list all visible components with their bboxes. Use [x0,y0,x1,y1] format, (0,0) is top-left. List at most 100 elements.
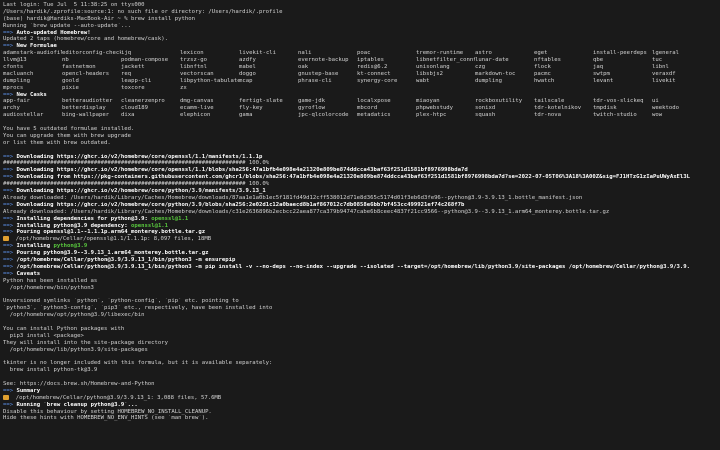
cask-item: bing-wallpaper [62,112,110,119]
formula-item: wabt [416,77,430,84]
cask-item: game-jdk [298,98,325,105]
formula-item: lunar-date [475,57,509,64]
formula-item: dumpling [475,77,502,84]
formula-item: libsbjs2 [416,70,443,77]
formula-item: tremor-runtime [416,50,464,57]
cask-item: elephicon [180,112,211,119]
cask-item: gyroflow [298,105,325,112]
arrow-icon: ==> [3,387,17,394]
ensurepip-line: ==> /opt/homebrew/Cellar/python@3.9/3.9.… [3,256,236,263]
auto-updated-line: ==> Auto-updated Homebrew! [3,29,91,36]
download-text: Downloading https://ghcr.io/v2/homebrew/… [16,153,263,160]
formula-item: synergy-core [357,77,398,84]
caveat-line: They will install into the site-package … [3,339,169,346]
formula-item: kt-connect [357,70,391,77]
cask-item: tdr-nova [534,112,561,119]
prompt-line: (base) hardik@Hardiks-MacBook-Air ~ % br… [3,15,195,22]
cask-item: dmg-canvas [180,98,214,105]
formula-item: poac [357,50,371,57]
download-text: Already downloaded: /Users/hardik/Librar… [3,208,610,215]
cask-item: tailscale [534,98,565,105]
caveat-line: You can install Python packages with [3,325,125,332]
download-text: Already downloaded: /Users/hardik/Librar… [3,194,583,201]
arrow-icon: ==> [3,201,17,208]
cask-item: cleanerzenpro [121,98,165,105]
formula-item: levant [593,77,614,84]
new-formulae-list: adamstark-audiofileeditorconfig-checkeri… [3,50,717,91]
terminal-line: /Users/hardik/.zprofile:source:1: no suc… [3,8,283,15]
formula-item: mcap [239,77,253,84]
formula-item: oak [298,64,309,71]
download-text: ########################################… [3,181,270,188]
download-line: ==> Downloading https://ghcr.io/v2/homeb… [3,202,717,209]
formula-item: swtpm [593,70,610,77]
arrow-icon: ==> [3,91,17,98]
pouring-line: ==> Pouring python@3.9--3.9.13_1.arm64_m… [3,250,209,257]
formula-item: macluanch [3,70,34,77]
cask-item: wow [652,112,663,119]
cask-item: mbcord [357,105,378,112]
download-text: Downloading https://ghcr.io/v2/homebrew/… [16,201,465,208]
cask-item: miaoyan [416,98,440,105]
formula-item: libnetfilter_conntrack [416,57,475,64]
formula-item: astro [475,50,492,57]
download-line: ==> Downloading https://ghcr.io/v2/homeb… [3,188,717,195]
cask-item: audiostellar [3,112,44,119]
formula-item: eget [534,50,548,57]
caveat-line [3,319,717,326]
cask-item: squash [475,112,496,119]
caveat-line: `python3`, `python3-config`, `pip3` etc.… [3,305,273,312]
formula-item: dumpling [3,77,30,84]
terminal-line: You have 5 outdated formulae installed. [3,126,135,133]
install-deps-line: ==> Installing dependencies for python@3… [3,215,189,222]
download-line: ########################################… [3,160,717,167]
arrow-icon: ==> [3,229,17,236]
cask-item: betterdisplay [62,105,106,112]
cask-item: localxpose [357,98,391,105]
formula-item: opencl-headers [62,70,110,77]
formula-item: czg [475,64,486,71]
caveat-line: /opt/homebrew/opt/python@3.9/libexec/bin [3,312,145,319]
download-text: Downloading https://ghcr.io/v2/homebrew/… [16,188,266,195]
caveat-line: See: https://docs.brew.sh/Homebrew-and-P… [3,380,155,387]
formula-item: mabel [239,64,256,71]
formula-item: trzsz-go [180,57,207,64]
formula-item: pixie [62,84,79,91]
terminal-line: or list them with brew outdated. [3,139,111,146]
download-log: ==> Downloading https://ghcr.io/v2/homeb… [3,154,717,216]
arrow-icon: ==> [3,215,17,222]
arrow-icon: ==> [3,222,17,229]
cask-item: jpc-qlcolorcode [298,112,349,119]
arrow-icon: ==> [3,401,17,408]
cask-item: phpwebstudy [416,105,454,112]
terminal-window[interactable]: Last login: Tue Jul 5 11:38:25 on ttys00… [0,0,720,450]
arrow-icon: ==> [3,174,17,181]
formula-item: livekit-cli [239,50,277,57]
formula-item: tuc [652,57,663,64]
summary-line: /opt/homebrew/Cellar/python@3.9/3.9.13_1… [3,394,717,402]
cask-item: plex-htpc [416,112,447,119]
terminal-line: You can upgrade them with brew upgrade [3,132,131,139]
installing-python-line: ==> Installing python@3.9 [3,243,88,250]
terminal-line: Updated 2 taps (homebrew/core and homebr… [3,36,169,43]
formula-item: qbe [593,57,604,64]
arrow-icon: ==> [3,188,17,195]
cask-item: cloud189 [121,105,148,112]
formula-item: evernote-backup [298,57,349,64]
formula-item: libnftnl [180,64,207,71]
arrow-icon: ==> [3,256,17,263]
formula-item: nb [62,57,69,64]
formula-item: jaq [593,64,604,71]
caveat-line: brew install python-tk@3.9 [3,367,98,374]
cask-item: fertigt-slate [239,98,283,105]
cask-item: tdr-kotelnikov [534,105,582,112]
installing-dep-line: ==> Installing python@3.9 dependency: op… [3,222,169,229]
caveat-line: /opt/homebrew/bin/python3 [3,284,94,291]
arrow-icon: ==> [3,29,17,36]
formula-item: iptables [357,57,384,64]
formula-item: lgeneral [652,50,679,57]
arrow-icon: ==> [3,270,17,277]
formula-item: req [121,70,132,77]
formula-item: goold [62,77,79,84]
caveat-line [3,374,717,381]
